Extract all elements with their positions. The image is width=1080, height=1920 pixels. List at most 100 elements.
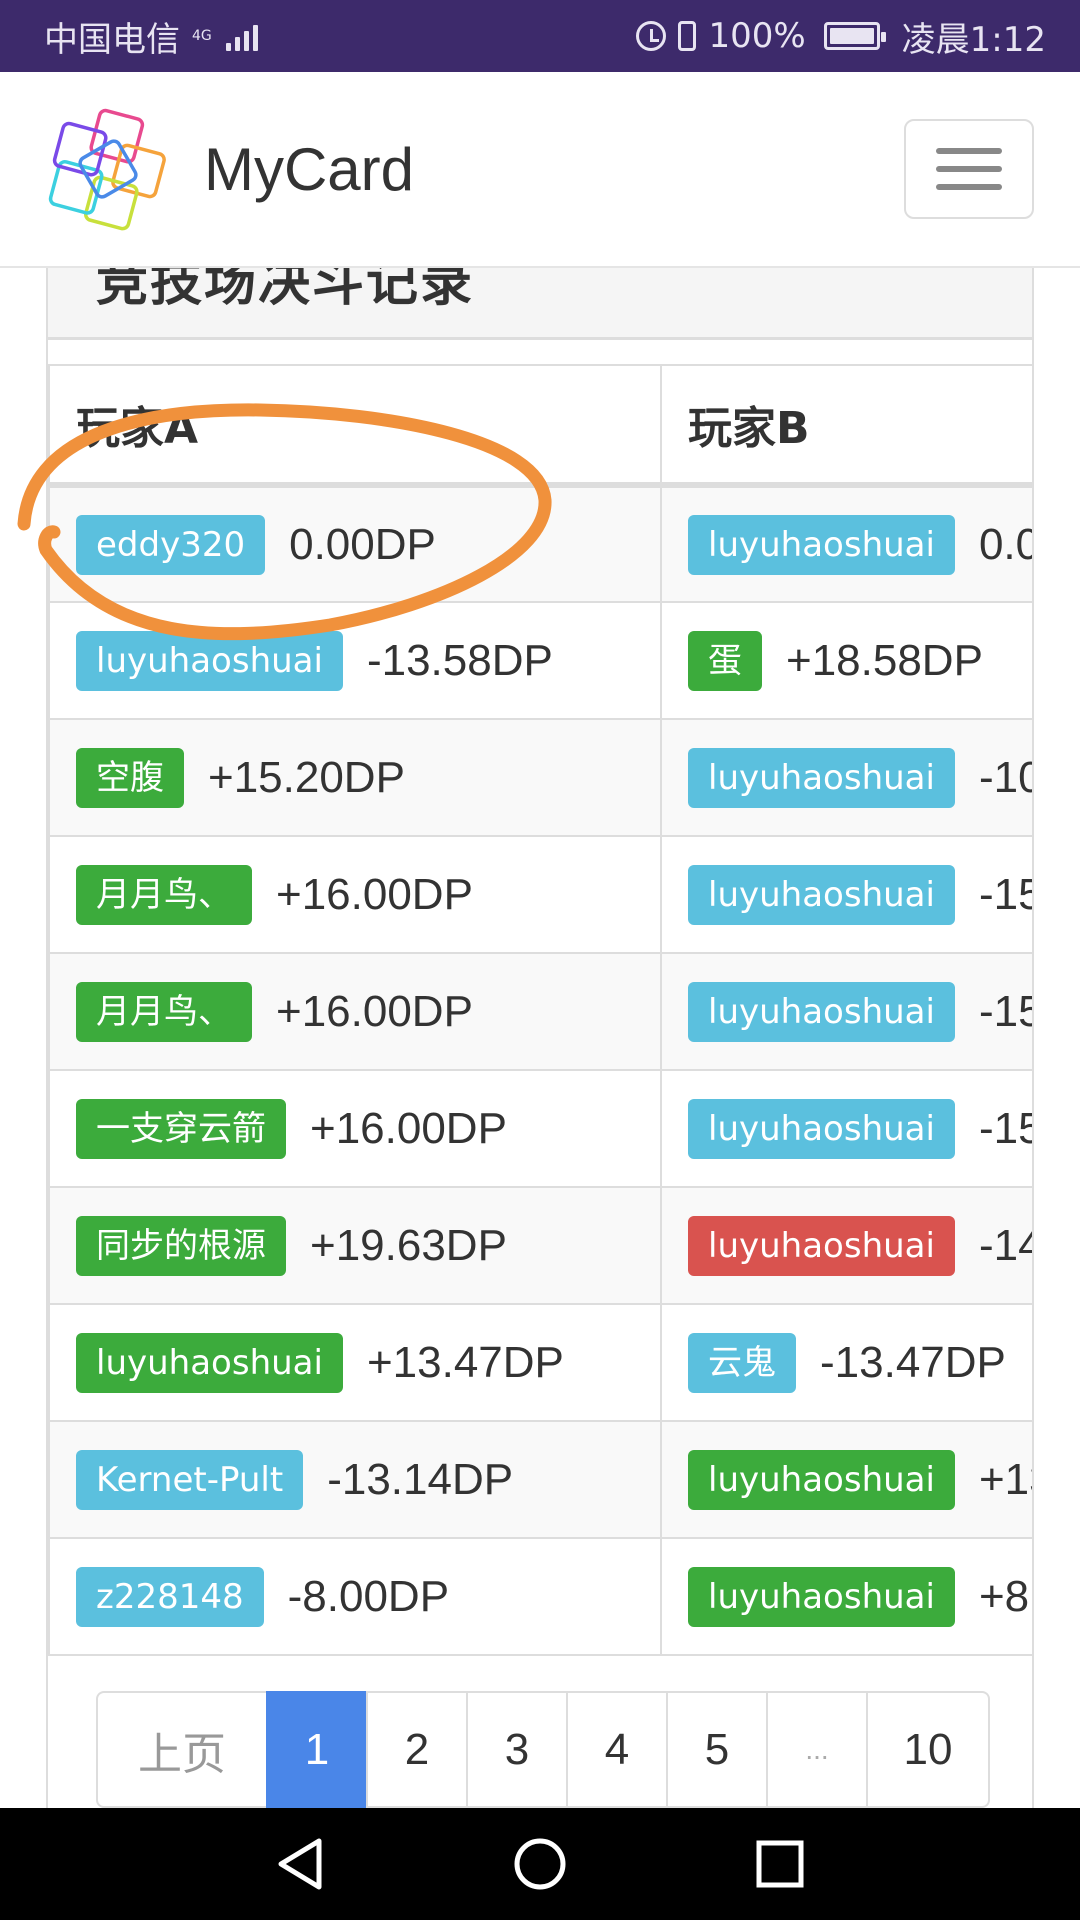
dp-score: +8. xyxy=(978,1571,1032,1621)
menu-icon-bar xyxy=(936,166,1002,172)
player-b-cell: luyuhaoshuai -10 xyxy=(660,718,1032,837)
menu-icon xyxy=(936,148,1002,154)
page-button-4[interactable]: 4 xyxy=(566,1691,668,1808)
player-a-cell: 同步的根源 +19.63DP xyxy=(48,1186,662,1305)
page-ellipsis: ... xyxy=(766,1691,868,1808)
network-type: 4G xyxy=(192,28,212,44)
clock: 凌晨1:12 xyxy=(901,19,1046,60)
dp-score: +18.58DP xyxy=(786,635,983,685)
battery-icon xyxy=(823,22,886,50)
dp-score: -13.14DP xyxy=(327,1454,514,1504)
page-button-1[interactable]: 1 xyxy=(266,1691,368,1808)
player-name-label[interactable]: eddy320 xyxy=(76,514,266,575)
dp-score: -8.00DP xyxy=(287,1571,450,1621)
player-name-label[interactable]: luyuhaoshuai xyxy=(688,1566,955,1627)
page-button-5[interactable]: 5 xyxy=(666,1691,768,1808)
player-a-cell: Kernet-Pult -13.14DP xyxy=(48,1420,662,1539)
dp-score: +19.63DP xyxy=(310,1220,507,1270)
player-name-label[interactable]: luyuhaoshuai xyxy=(688,514,955,575)
alarm-icon xyxy=(636,21,667,51)
player-b-cell: luyuhaoshuai -14 xyxy=(660,1186,1032,1305)
player-a-cell: luyuhaoshuai -13.58DP xyxy=(48,601,662,720)
player-name-label[interactable]: 同步的根源 xyxy=(76,1215,286,1276)
player-a-cell: eddy320 0.00DP xyxy=(48,484,662,603)
player-a-cell: 一支穿云箭 +16.00DP xyxy=(48,1069,662,1188)
player-name-label[interactable]: 云鬼 xyxy=(688,1332,796,1393)
player-name-label[interactable]: luyuhaoshuai xyxy=(688,864,955,925)
battery-percent: 100% xyxy=(708,16,806,56)
table-row: eddy320 0.00DP luyuhaoshuai 0.0 xyxy=(48,484,1032,603)
system-nav-bar xyxy=(0,1808,1080,1920)
dp-score: -15 xyxy=(978,1103,1032,1153)
dp-score: -13.58DP xyxy=(366,635,553,685)
dp-score: 0.0 xyxy=(978,519,1032,569)
dp-score: +16.00DP xyxy=(310,1103,507,1153)
vibrate-icon xyxy=(678,21,697,51)
recents-button[interactable] xyxy=(750,1834,810,1894)
dp-score: 0.00DP xyxy=(289,519,436,569)
pagination: 上页 1 2 3 4 5 ... 10 xyxy=(96,1691,990,1808)
brand-name[interactable]: MyCard xyxy=(204,135,414,204)
panel-title: 竞技场决斗记录 xyxy=(96,268,475,313)
table-row: luyuhaoshuai +13.47DP 云鬼 -13.47DP xyxy=(48,1303,1032,1422)
back-icon xyxy=(278,1838,322,1890)
table-row: 同步的根源 +19.63DPluyuhaoshuai -14 xyxy=(48,1186,1032,1305)
player-name-label[interactable]: 月月鸟、 xyxy=(76,864,252,925)
records-table: 玩家A 玩家B eddy320 0.00DP luyuhaoshuai 0.0 lu… xyxy=(48,364,1032,1656)
dp-score: +13.47DP xyxy=(366,1337,564,1387)
navbar: MyCard xyxy=(0,72,1080,268)
player-name-label[interactable]: luyuhaoshuai xyxy=(688,747,955,808)
dp-score: -15 xyxy=(978,986,1032,1036)
player-name-label[interactable]: 蛋 xyxy=(688,630,762,691)
player-a-cell: 空腹 +15.20DP xyxy=(48,718,662,837)
recents-icon xyxy=(756,1840,804,1888)
table-row: luyuhaoshuai -13.58DP 蛋 +18.58DP xyxy=(48,601,1032,720)
player-b-cell: 云鬼 -13.47DP xyxy=(660,1303,1032,1422)
player-name-label[interactable]: luyuhaoshuai xyxy=(688,1449,955,1510)
player-name-label[interactable]: luyuhaoshuai xyxy=(76,1332,343,1393)
mycard-logo-icon[interactable] xyxy=(46,107,170,231)
header-player-a: 玩家A xyxy=(48,364,662,488)
home-icon xyxy=(514,1838,566,1890)
dp-score: +15.20DP xyxy=(208,752,405,802)
table-row: 一支穿云箭 +16.00DPluyuhaoshuai -15 xyxy=(48,1069,1032,1188)
page-button-2[interactable]: 2 xyxy=(366,1691,468,1808)
dp-score: +16.00DP xyxy=(276,869,473,919)
player-a-cell: luyuhaoshuai +13.47DP xyxy=(48,1303,662,1422)
player-a-cell: 月月鸟、 +16.00DP xyxy=(48,952,662,1071)
page-button-10[interactable]: 10 xyxy=(866,1691,990,1808)
duel-records-panel: 竞技场决斗记录 玩家A 玩家B eddy320 0.00DP luyuhaoshu… xyxy=(46,268,1034,1808)
player-name-label[interactable]: 空腹 xyxy=(76,747,184,808)
player-name-label[interactable]: luyuhaoshuai xyxy=(688,1098,955,1159)
table-row: z228148 -8.00DPluyuhaoshuai +8. xyxy=(48,1537,1032,1656)
player-b-cell: 蛋 +18.58DP xyxy=(660,601,1032,720)
status-right: 100% 凌晨1:12 xyxy=(636,12,1046,61)
dp-score: -10 xyxy=(978,752,1032,802)
player-name-label[interactable]: luyuhaoshuai xyxy=(688,981,955,1042)
player-a-cell: z228148 -8.00DP xyxy=(48,1537,662,1656)
records-table-wrap[interactable]: 玩家A 玩家B eddy320 0.00DP luyuhaoshuai 0.0 lu… xyxy=(48,364,1032,1656)
records-body: eddy320 0.00DP luyuhaoshuai 0.0 luyuhaoshu… xyxy=(48,484,1032,1656)
player-b-cell: luyuhaoshuai +8. xyxy=(660,1537,1032,1656)
table-row: 月月鸟、 +16.00DPluyuhaoshuai -15 xyxy=(48,952,1032,1071)
player-name-label[interactable]: 月月鸟、 xyxy=(76,981,252,1042)
table-header-row: 玩家A 玩家B xyxy=(48,364,1032,488)
home-button[interactable] xyxy=(510,1834,570,1894)
player-name-label[interactable]: luyuhaoshuai xyxy=(76,630,343,691)
back-button[interactable] xyxy=(270,1834,330,1894)
carrier-name: 中国电信 xyxy=(44,19,180,60)
table-row: 月月鸟、 +16.00DP luyuhaoshuai -15 xyxy=(48,835,1032,954)
player-name-label[interactable]: z228148 xyxy=(76,1566,264,1627)
prev-page-button[interactable]: 上页 xyxy=(96,1691,268,1808)
player-name-label[interactable]: Kernet-Pult xyxy=(76,1449,304,1510)
player-name-label[interactable]: luyuhaoshuai xyxy=(688,1215,955,1276)
table-row: Kernet-Pult -13.14DPluyuhaoshuai +13 xyxy=(48,1420,1032,1539)
player-a-cell: 月月鸟、 +16.00DP xyxy=(48,835,662,954)
menu-toggle-button[interactable] xyxy=(904,119,1034,219)
player-b-cell: luyuhaoshuai -15 xyxy=(660,952,1032,1071)
panel-heading: 竞技场决斗记录 xyxy=(48,268,1032,340)
player-name-label[interactable]: 一支穿云箭 xyxy=(76,1098,286,1159)
player-b-cell: luyuhaoshuai -15 xyxy=(660,1069,1032,1188)
page-button-3[interactable]: 3 xyxy=(466,1691,568,1808)
dp-score: -15 xyxy=(978,869,1032,919)
